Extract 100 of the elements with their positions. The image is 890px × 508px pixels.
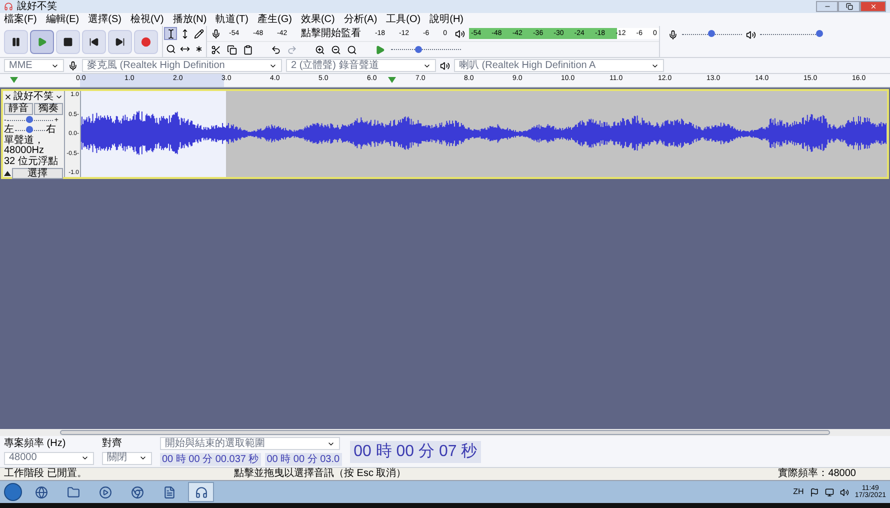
draw-tool-button[interactable] <box>192 27 205 40</box>
menu-item[interactable]: 說明(H) <box>430 14 464 24</box>
draw-tool-icon <box>194 28 204 38</box>
snap-label: 對齊 <box>102 438 122 448</box>
zoom-out-icon[interactable] <box>331 44 341 54</box>
collapse-icon[interactable] <box>4 171 11 176</box>
copy-icon[interactable] <box>227 44 237 54</box>
folder-icon <box>66 486 80 498</box>
solo-button[interactable]: 獨奏 <box>34 103 63 115</box>
input-device-dropdown[interactable]: 麥克風 (Realtek High Definition <box>82 59 282 72</box>
slider-thumb[interactable] <box>26 126 33 133</box>
cut-icon[interactable] <box>211 44 221 54</box>
actual-rate-text: 實際頻率：48000 <box>778 469 856 479</box>
pan-left-label: 左 <box>4 125 14 135</box>
menu-item[interactable]: 分析(A) <box>344 14 378 24</box>
pan-right-label: 右 <box>46 125 56 135</box>
track-info: 單聲道，48000Hz <box>4 136 44 156</box>
menu-item[interactable]: 編輯(E) <box>46 14 80 24</box>
skip-end-button[interactable] <box>108 30 132 54</box>
stop-button[interactable] <box>56 30 80 54</box>
menu-item[interactable]: 工具(O) <box>386 14 421 24</box>
slider-thumb[interactable] <box>415 46 422 52</box>
status-text: 工作階段 已閒置。 <box>4 469 88 479</box>
selection-end-field[interactable]: 00 時 00 分 03.0 <box>264 453 342 466</box>
time-display[interactable]: 00 時 00 分 07 秒 <box>350 440 482 462</box>
close-icon <box>870 3 876 10</box>
project-rate-dropdown[interactable]: 48000 <box>4 452 94 464</box>
paste-icon[interactable] <box>243 44 253 54</box>
channels-dropdown[interactable]: 2 (立體聲) 錄音聲道 <box>286 59 436 72</box>
zoom-in-icon[interactable] <box>315 44 325 54</box>
restore-button[interactable] <box>838 1 860 12</box>
window-title: 說好不笑 <box>17 2 57 12</box>
microphone-icon <box>668 30 678 40</box>
dropdown-icon <box>81 454 89 462</box>
language-indicator[interactable]: ZH <box>793 488 804 496</box>
volume-icon[interactable] <box>840 488 849 496</box>
minimize-icon <box>824 3 830 10</box>
record-button[interactable] <box>134 30 158 54</box>
play-at-speed-icon[interactable] <box>375 44 385 54</box>
audio-taskbar-button[interactable] <box>188 482 214 502</box>
pause-icon <box>11 36 21 46</box>
output-device-dropdown[interactable]: 喇叭 (Realtek High Definition A <box>454 59 664 72</box>
meter-label: 點擊開始監看 <box>301 28 362 38</box>
menu-item[interactable]: 檔案(F) <box>4 14 37 24</box>
zoom-tool-icon <box>166 44 176 54</box>
recording-volume-slider[interactable] <box>682 30 742 38</box>
menu-item[interactable]: 選擇(S) <box>88 14 122 24</box>
gain-slider[interactable] <box>7 116 54 124</box>
audio-host-dropdown[interactable]: MME <box>4 59 64 72</box>
play-region-marker-icon <box>388 77 396 83</box>
selection-start-field[interactable]: 00 時 00 分 00.037 秒 <box>160 453 261 466</box>
snap-dropdown[interactable]: 關閉 <box>102 452 152 464</box>
slider-thumb[interactable] <box>708 30 715 37</box>
speaker-icon <box>440 60 450 70</box>
stop-icon <box>63 36 73 46</box>
menu-item[interactable]: 產生(G) <box>257 14 292 24</box>
project-rate-label: 專案頻率 (Hz) <box>4 438 67 448</box>
play-region-marker-icon <box>10 77 18 83</box>
pan-slider[interactable] <box>15 126 45 134</box>
undo-icon[interactable] <box>271 44 281 54</box>
menu-item[interactable]: 軌道(T) <box>216 14 248 24</box>
select-button[interactable]: 選擇 <box>12 168 63 179</box>
mute-button[interactable]: 靜音 <box>4 103 33 115</box>
play-speed-slider[interactable] <box>391 46 461 54</box>
microphone-icon <box>211 28 221 38</box>
record-icon <box>141 36 151 46</box>
network-icon[interactable] <box>824 488 834 496</box>
media-icon <box>98 486 112 498</box>
selection-mode-dropdown[interactable]: 開始與結束的選取範圍 <box>160 437 340 450</box>
multi-tool-icon <box>194 44 204 54</box>
menu-item[interactable]: 效果(C) <box>300 14 335 24</box>
microphone-icon <box>68 60 78 70</box>
browser-icon <box>34 486 48 498</box>
start-button[interactable] <box>4 483 22 501</box>
status-hint: 點擊並拖曳以選擇音訊（按 Esc 取消） <box>234 469 408 479</box>
speaker-icon <box>746 30 756 40</box>
zoom-tool-button[interactable] <box>164 42 177 55</box>
pause-button[interactable] <box>4 30 28 54</box>
skip-start-button[interactable] <box>82 30 106 54</box>
skip-end-icon <box>115 36 125 46</box>
slider-thumb[interactable] <box>26 116 34 123</box>
dropdown-icon <box>139 454 147 462</box>
audio-icon <box>194 486 208 498</box>
skip-start-icon <box>89 36 99 46</box>
flag-icon[interactable] <box>810 488 819 496</box>
app-logo-icon <box>4 2 13 11</box>
zoom-fit-icon[interactable] <box>347 44 357 54</box>
horizontal-scrollbar[interactable] <box>60 430 830 435</box>
select-tool-icon <box>166 28 176 38</box>
speaker-icon <box>455 28 465 38</box>
menu-item[interactable]: 播放(N) <box>172 14 207 24</box>
restore-icon <box>846 3 852 10</box>
playback-volume-slider[interactable] <box>760 30 820 38</box>
select-tool-button[interactable] <box>164 27 177 40</box>
slider-thumb[interactable] <box>816 30 823 37</box>
menu-item[interactable]: 檢視(V) <box>130 14 164 24</box>
dropdown-icon[interactable] <box>55 93 63 101</box>
track-info: 32 位元浮點 <box>4 157 59 167</box>
close-icon[interactable] <box>4 93 12 101</box>
track-name[interactable]: 說好不笑 <box>14 92 54 102</box>
